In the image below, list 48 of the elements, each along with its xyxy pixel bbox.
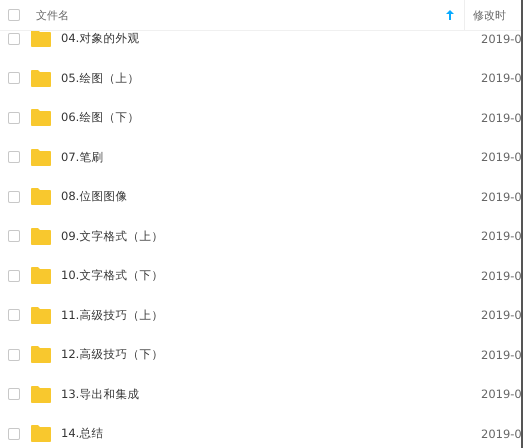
folder-icon (31, 425, 51, 442)
folder-name[interactable]: 13.导出和集成 (61, 386, 481, 402)
folder-icon (31, 306, 51, 324)
folder-icon (31, 346, 51, 364)
row-checkbox[interactable] (8, 72, 20, 84)
folder-name[interactable]: 08.位图图像 (61, 189, 481, 204)
folder-name[interactable]: 14.总结 (61, 426, 481, 442)
folder-name[interactable]: 07.笔刷 (61, 150, 481, 165)
folder-icon (31, 148, 51, 166)
modified-date: 2019-0 (481, 229, 521, 244)
row-checkbox[interactable] (8, 32, 20, 45)
modified-date: 2019-0 (481, 71, 521, 86)
modified-date: 2019-0 (481, 32, 521, 46)
folder-icon (31, 267, 51, 284)
folder-icon (31, 386, 51, 403)
modified-date: 2019-0 (481, 426, 521, 441)
row-checkbox[interactable] (8, 388, 20, 400)
column-header[interactable]: 修改时 (464, 0, 521, 30)
modified-date: 2019-0 (481, 387, 521, 402)
folder-name[interactable]: 09.文字格式（上） (61, 228, 481, 244)
modified-date: 2019-0 (481, 190, 521, 204)
sort-arrow-icon[interactable] (446, 10, 454, 20)
row-checkbox[interactable] (8, 112, 20, 124)
folder-icon (31, 228, 51, 245)
row-checkbox[interactable] (8, 348, 20, 361)
modified-date: 2019-0 (481, 308, 521, 322)
folder-icon (31, 31, 51, 48)
folder-icon (31, 188, 51, 206)
row-checkbox[interactable] (8, 428, 20, 440)
folder-icon (31, 109, 51, 126)
folder-name[interactable]: 10.文字格式（下） (61, 268, 481, 284)
row-checkbox[interactable] (8, 270, 20, 282)
folder-icon (31, 70, 51, 87)
folder-name[interactable]: 05.绘图（上） (61, 70, 481, 86)
modified-date: 2019-0 (481, 348, 521, 362)
modified-date: 2019-0 (481, 110, 521, 125)
column-header[interactable]: 文件名 (36, 8, 446, 22)
modified-date: 2019-0 (481, 268, 521, 283)
row-checkbox[interactable] (8, 151, 20, 164)
row-checkbox[interactable] (8, 230, 20, 242)
row-checkbox[interactable] (8, 309, 20, 322)
folder-name[interactable]: 04.对象的外观 (61, 31, 481, 46)
select-all-checkbox[interactable] (8, 9, 20, 21)
folder-name[interactable]: 11.高级技巧（上） (61, 308, 481, 323)
modified-date: 2019-0 (481, 150, 521, 164)
folder-name[interactable]: 12.高级技巧（下） (61, 347, 481, 362)
row-checkbox[interactable] (8, 190, 20, 203)
folder-name[interactable]: 06.绘图（下） (61, 110, 481, 126)
